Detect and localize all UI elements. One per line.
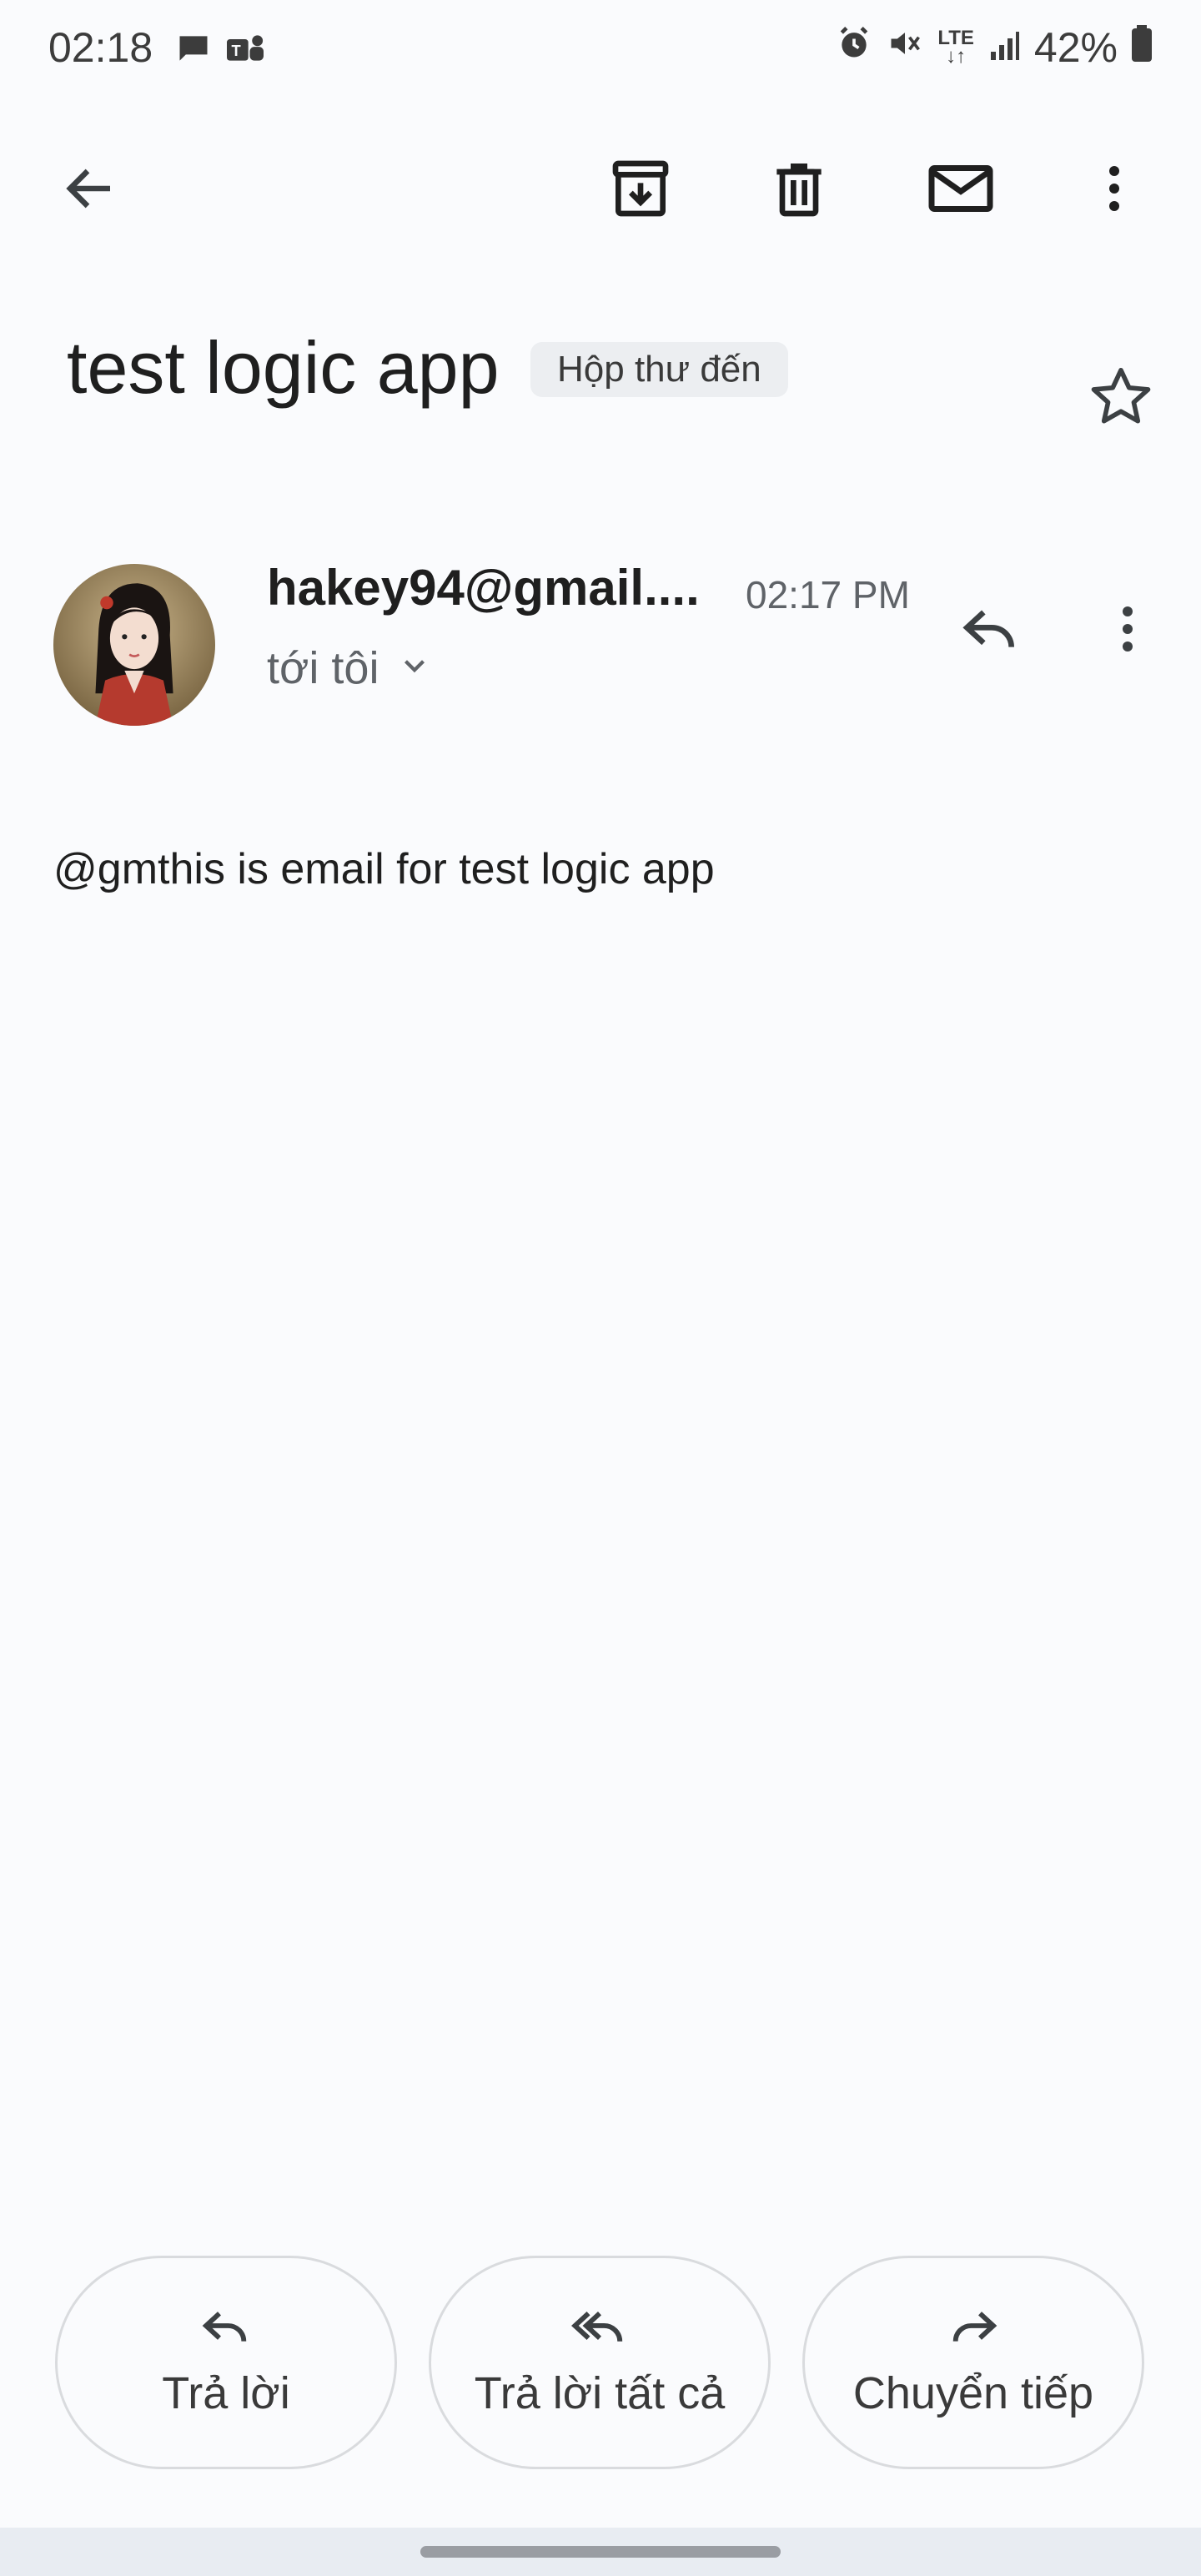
forward-button[interactable]: Chuyển tiếp (802, 2256, 1144, 2469)
alarm-icon (836, 23, 872, 72)
reply-button[interactable]: Trả lời (55, 2256, 397, 2469)
more-options-button[interactable] (1073, 148, 1156, 232)
message-more-button[interactable] (1086, 589, 1169, 672)
lte-icon: LTE ↓↑ (937, 27, 974, 68)
teams-icon: T (224, 30, 267, 71)
sender-email[interactable]: hakey94@gmail.... (267, 559, 700, 616)
reply-icon (956, 596, 1023, 667)
reply-all-icon (570, 2307, 629, 2356)
back-button[interactable] (48, 148, 132, 232)
svg-text:T: T (232, 42, 241, 59)
mute-icon (886, 23, 924, 72)
signal-icon (987, 23, 1021, 72)
home-gesture-handle[interactable] (420, 2546, 781, 2558)
network-type: LTE (937, 27, 974, 49)
delete-button[interactable] (757, 148, 841, 232)
archive-button[interactable] (599, 148, 682, 232)
arrow-back-icon (60, 158, 120, 223)
email-subject: test logic app (67, 326, 500, 409)
mail-icon (926, 153, 996, 228)
recipient-toggle[interactable]: tới tôi (267, 642, 432, 694)
status-notification-icons: T (175, 30, 267, 71)
email-body: @gmthis is email for test logic app (53, 845, 715, 893)
star-button[interactable] (1079, 357, 1163, 440)
forward-label: Chuyển tiếp (852, 2367, 1094, 2418)
reply-icon-button[interactable] (947, 589, 1031, 672)
reply-all-label: Trả lời tất cả (474, 2367, 726, 2418)
star-icon (1086, 362, 1156, 436)
status-time: 02:18 (48, 24, 153, 71)
more-vert-icon (1098, 599, 1158, 663)
inbox-label-chip[interactable]: Hộp thư đến (530, 342, 788, 397)
more-vert-icon (1084, 158, 1144, 223)
battery-percent: 42% (1033, 24, 1118, 71)
sender-avatar[interactable] (53, 564, 215, 726)
reply-label: Trả lời (162, 2367, 290, 2418)
reply-icon (199, 2307, 253, 2356)
delete-icon (766, 155, 832, 226)
email-time: 02:17 PM (746, 573, 910, 616)
chevron-down-icon (397, 642, 432, 694)
recipient-label: tới tôi (267, 643, 379, 693)
reply-all-button[interactable]: Trả lời tất cả (429, 2256, 771, 2469)
forward-icon (947, 2307, 1000, 2356)
message-icon (175, 30, 212, 71)
battery-icon (1131, 23, 1153, 72)
archive-icon (607, 155, 674, 226)
mark-unread-button[interactable] (919, 148, 1003, 232)
status-system-icons: LTE ↓↑ 42% (836, 23, 1153, 72)
